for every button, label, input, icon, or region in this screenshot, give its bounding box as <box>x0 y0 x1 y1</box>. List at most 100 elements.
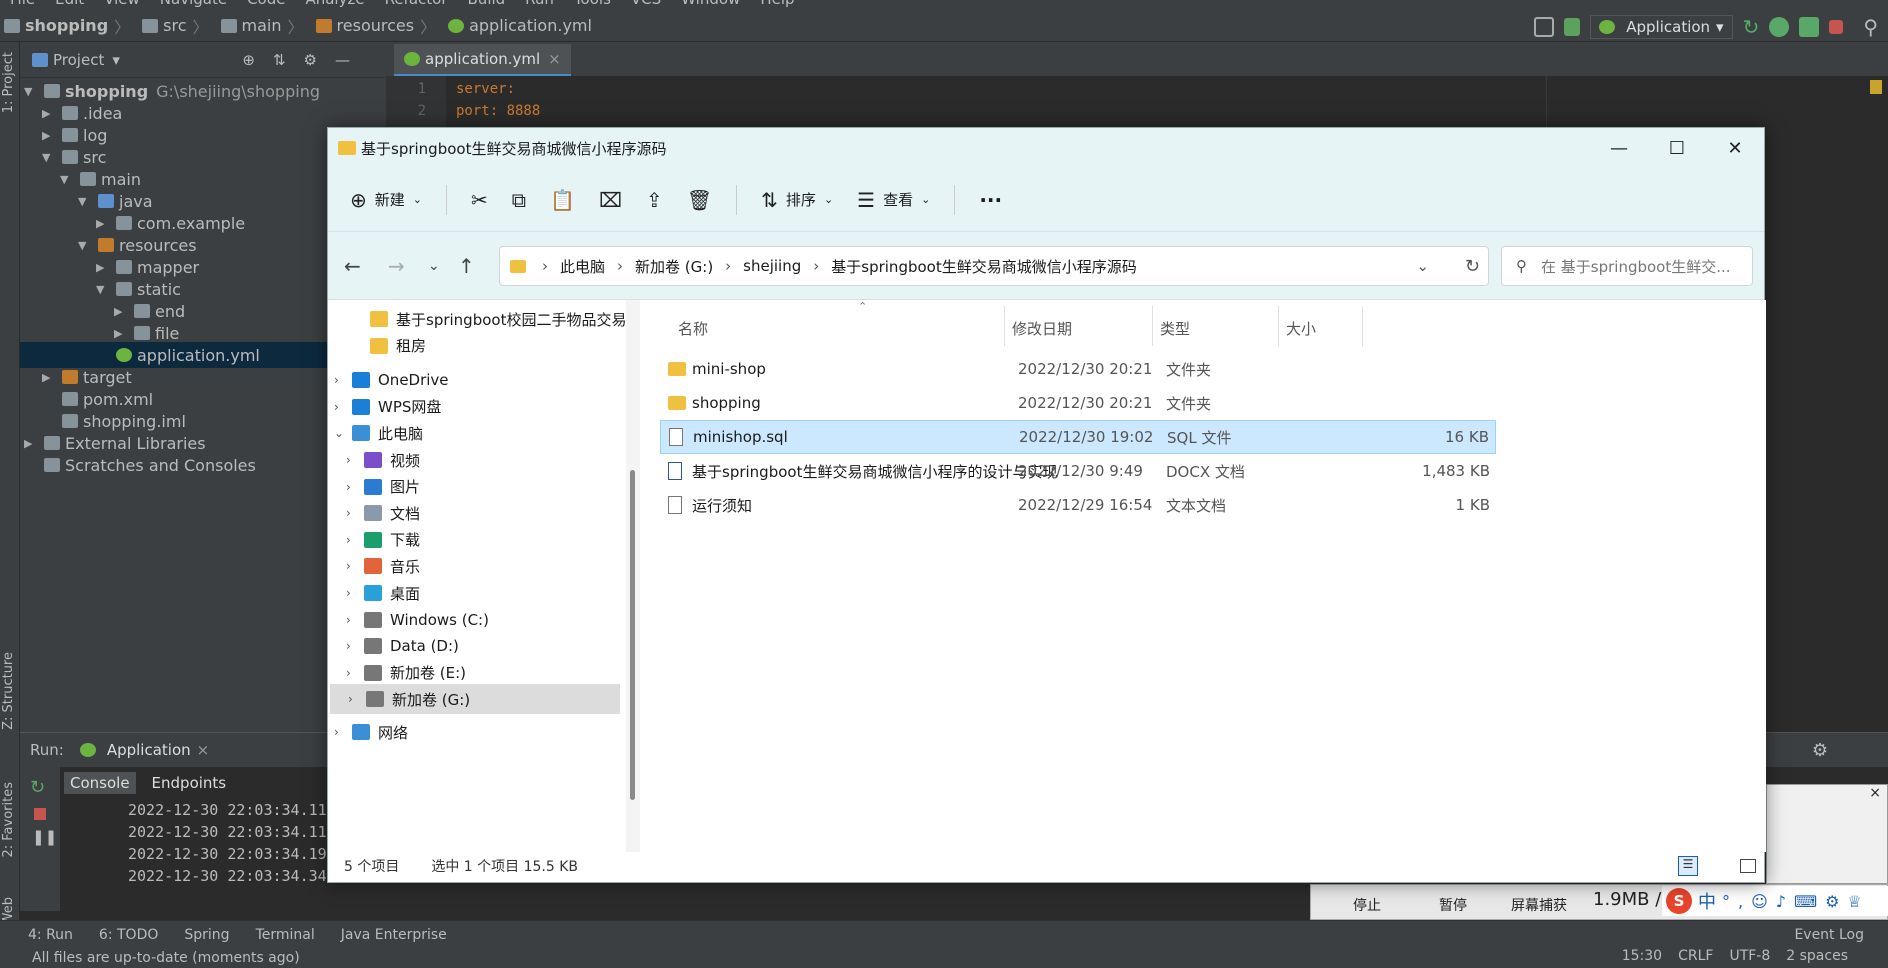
new-button[interactable]: ⊕ 新建 ⌄ <box>350 188 422 212</box>
tab-endpoints[interactable]: Endpoints <box>152 774 227 792</box>
tab-spring[interactable]: Spring <box>184 927 229 943</box>
menu-item[interactable]: Edit <box>55 0 84 8</box>
tab-java-enterprise[interactable]: Java Enterprise <box>341 927 447 943</box>
file-row[interactable]: 基于springboot生鲜交易商城微信小程序的设计与实现 2022/12/30 … <box>660 454 1496 488</box>
maximize-button[interactable]: ☐ <box>1648 128 1706 168</box>
nav-item[interactable]: ⌄ 此电脑 <box>328 418 628 448</box>
ime-tool-icons[interactable]: °,☺♪⌨⚙♕ <box>1722 892 1870 911</box>
chevron-down-icon[interactable]: ▼ <box>78 239 92 252</box>
tab-todo[interactable]: 6: TODO <box>99 927 158 943</box>
chevron-right-icon[interactable]: › <box>346 639 364 653</box>
address-segment[interactable]: 新加卷 (G:) <box>635 256 713 277</box>
tiles-view-icon[interactable] <box>1740 859 1756 873</box>
address-bar[interactable]: › 此电脑 › 新加卷 (G:) › shejiing › 基于springbo… <box>499 246 1489 286</box>
chevron-right-icon[interactable]: › <box>334 373 352 387</box>
nav-item[interactable]: › Windows (C:) <box>328 605 628 635</box>
line-separator[interactable]: CRLF <box>1678 948 1713 964</box>
nav-item[interactable]: 基于springboot校园二手物品交易 <box>328 304 628 334</box>
up-arrow-icon[interactable]: ↑ <box>458 254 475 278</box>
back-arrow-icon[interactable]: ← <box>344 254 361 278</box>
tab-favorites[interactable]: 2: Favorites <box>1 782 16 858</box>
gear-icon[interactable]: ⚙ <box>1812 740 1828 761</box>
menu-item[interactable]: Window <box>681 0 740 8</box>
chevron-right-icon[interactable]: › <box>334 725 352 739</box>
tab-console[interactable]: Console <box>64 772 136 794</box>
breadcrumb-item[interactable]: src 〉 <box>142 14 214 38</box>
copy-icon[interactable]: ⧉ <box>512 188 526 212</box>
rename-icon[interactable]: ⌧ <box>599 188 622 212</box>
recorder-capture[interactable]: 屏幕捕获 <box>1511 895 1567 915</box>
menu-item[interactable]: File <box>10 0 35 8</box>
details-view-icon[interactable]: ☰ <box>1678 856 1698 876</box>
chevron-right-icon[interactable]: › <box>346 453 364 467</box>
chevron-down-icon[interactable]: ▼ <box>78 195 92 208</box>
chevron-right-icon[interactable]: ▶ <box>96 217 110 230</box>
menu-item[interactable]: Build <box>468 0 506 8</box>
menu-item[interactable]: Code <box>247 0 285 8</box>
chevron-right-icon[interactable]: › <box>346 586 364 600</box>
rerun-icon[interactable]: ↻ <box>1743 15 1760 39</box>
chevron-right-icon[interactable]: › <box>346 506 364 520</box>
nav-item[interactable]: › 音乐 <box>328 551 628 581</box>
nav-item[interactable]: › 桌面 <box>328 578 628 608</box>
column-header-name[interactable]: 名称 <box>678 318 708 339</box>
run-tab-application[interactable]: Application × <box>79 741 210 759</box>
menu-item[interactable]: View <box>104 0 140 8</box>
chevron-right-icon[interactable]: ▶ <box>42 371 56 384</box>
chevron-right-icon[interactable]: › <box>334 400 352 414</box>
menu-item[interactable]: Analyze <box>305 0 364 8</box>
nav-item[interactable]: › 网络 <box>328 717 628 747</box>
column-divider[interactable] <box>1362 306 1363 346</box>
chevron-right-icon[interactable]: › <box>346 533 364 547</box>
project-panel-title[interactable]: Project <box>53 51 104 69</box>
more-options-button[interactable]: ··· <box>979 188 1002 212</box>
stop-icon[interactable] <box>1829 20 1844 34</box>
recent-locations-icon[interactable]: ⌄ <box>428 258 440 274</box>
tab-project[interactable]: 1: Project <box>1 52 16 113</box>
refresh-icon[interactable]: ↻ <box>1465 256 1480 277</box>
menu-item[interactable]: Refactor <box>385 0 448 8</box>
run-configuration-select[interactable]: Application ▾ <box>1590 15 1733 39</box>
nav-item[interactable]: › Data (D:) <box>328 631 628 661</box>
build-hammer-icon[interactable] <box>1564 18 1581 36</box>
nav-item[interactable]: 租房 <box>328 331 628 361</box>
nav-item[interactable]: › 新加卷 (E:) <box>328 658 628 688</box>
nav-item[interactable]: › WPS网盘 <box>328 392 628 422</box>
stop-icon[interactable] <box>34 808 46 820</box>
chevron-down-icon[interactable]: ▼ <box>24 85 38 98</box>
sort-button[interactable]: ⇅ 排序 ⌄ <box>761 188 833 212</box>
close-icon[interactable]: × <box>548 50 561 68</box>
event-log[interactable]: Event Log <box>1794 927 1864 943</box>
nav-item[interactable]: › OneDrive <box>328 365 628 395</box>
panel-actions[interactable]: ⊕⇅⚙— <box>242 51 368 69</box>
recorder-pause[interactable]: 暂停 <box>1439 895 1467 915</box>
indent-setting[interactable]: 2 spaces <box>1786 948 1848 964</box>
tab-run[interactable]: 4: Run <box>28 927 73 943</box>
breadcrumb-item[interactable]: resources 〉 <box>315 14 443 38</box>
breadcrumb-item[interactable]: main 〉 <box>220 14 310 38</box>
chevron-down-icon[interactable]: ▼ <box>60 173 74 186</box>
close-icon[interactable]: × <box>197 741 210 759</box>
chevron-right-icon[interactable]: ▶ <box>24 437 38 450</box>
chevron-right-icon[interactable]: ▶ <box>96 261 110 274</box>
breadcrumb-item[interactable]: application.yml <box>448 16 592 35</box>
editor-tab-application-yml[interactable]: application.yml × <box>394 44 571 76</box>
share-icon[interactable]: ⇪ <box>646 188 663 212</box>
file-row[interactable]: mini-shop 2022/12/30 20:21 文件夹 <box>660 352 1496 386</box>
column-divider[interactable] <box>1004 306 1005 346</box>
search-input[interactable]: ⚲ 在 基于springboot生鲜交... <box>1501 246 1753 286</box>
chevron-down-icon[interactable]: ▼ <box>42 151 56 164</box>
debug-icon[interactable] <box>1769 17 1790 37</box>
pause-icon[interactable]: ❚❚ <box>32 828 57 846</box>
menu-item[interactable]: VCS <box>631 0 661 8</box>
tab-structure[interactable]: Z: Structure <box>1 652 16 730</box>
chevron-down-icon[interactable]: ▾ <box>112 51 120 69</box>
nav-item[interactable]: › 新加卷 (G:) <box>330 684 620 715</box>
tree-item[interactable]: Scratches and Consoles <box>24 452 256 478</box>
column-header-type[interactable]: 类型 <box>1160 318 1190 339</box>
file-row[interactable]: shopping 2022/12/30 20:21 文件夹 <box>660 386 1496 420</box>
ime-language[interactable]: 中 <box>1698 888 1716 914</box>
minimize-button[interactable]: — <box>1590 128 1648 168</box>
column-header-date[interactable]: 修改日期 <box>1012 318 1072 339</box>
breadcrumb-item[interactable]: shopping 〉 <box>4 14 136 38</box>
